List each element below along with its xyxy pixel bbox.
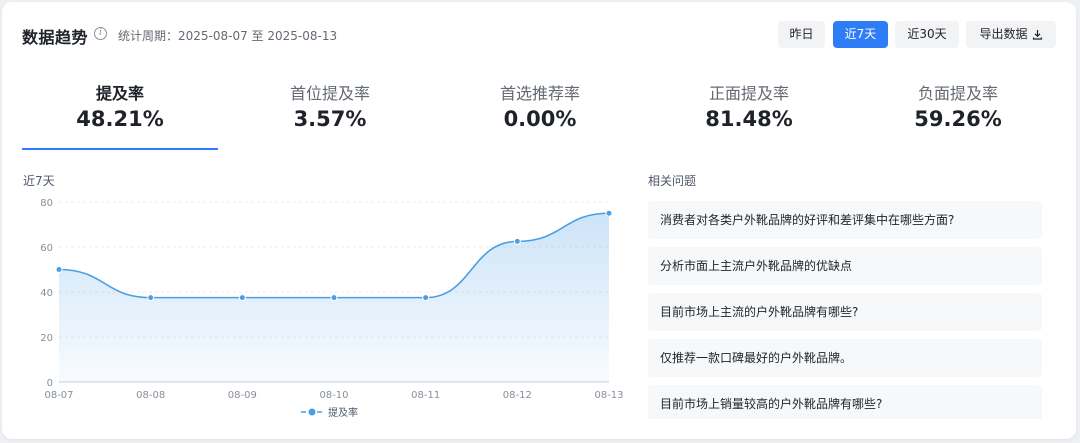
related-question-item[interactable]: 目前市场上销量较高的户外靴品牌有哪些? — [648, 385, 1042, 419]
legend-label: 提及率 — [328, 406, 358, 419]
metric-negative-mention-rate[interactable]: 负面提及率 59.26% — [860, 74, 1056, 150]
related-questions-title: 相关问题 — [648, 174, 697, 188]
y-tick-label: 60 — [40, 243, 53, 254]
data-point — [513, 237, 521, 245]
data-point — [605, 209, 613, 217]
related-question-item[interactable]: 分析市面上主流户外靴品牌的优缺点 — [648, 247, 1042, 285]
trend-chart: 0 20 40 60 80 08-07 08-08 08-09 08-10 08-11 08-12 0… — [40, 198, 623, 419]
metric-value: 3.57% — [293, 107, 367, 131]
y-tick-label: 80 — [40, 198, 53, 209]
metric-first-mention-rate[interactable]: 首位提及率 3.57% — [232, 74, 428, 150]
export-button-label: 导出数据 — [979, 27, 1028, 41]
y-tick-label: 40 — [40, 288, 53, 299]
data-point — [147, 294, 155, 302]
x-tick-label: 08-09 — [228, 390, 257, 401]
metric-label: 首位提及率 — [289, 84, 370, 103]
data-trend-card: 数据趋势 i 统计周期：2025-08-07 至 2025-08-13 昨日 近… — [2, 2, 1076, 439]
card-header: 数据趋势 i 统计周期：2025-08-07 至 2025-08-13 昨日 近… — [2, 2, 1076, 64]
metric-value: 48.21% — [76, 107, 164, 131]
x-tick-label: 08-11 — [411, 390, 440, 401]
legend-marker — [308, 408, 316, 416]
period-label: 统计周期：2025-08-07 至 2025-08-13 — [118, 29, 338, 43]
metric-label: 负面提及率 — [917, 84, 998, 103]
metric-value: 59.26% — [914, 107, 1002, 131]
x-tick-label: 08-08 — [136, 390, 165, 401]
download-icon — [1032, 30, 1042, 40]
y-tick-label: 20 — [40, 333, 53, 344]
info-icon[interactable]: i — [94, 27, 107, 40]
x-tick-label: 08-07 — [44, 390, 73, 401]
related-question-item[interactable]: 仅推荐一款口碑最好的户外靴品牌。 — [648, 339, 1042, 377]
metric-label: 正面提及率 — [708, 84, 789, 103]
last-7-days-button[interactable]: 近7天 — [833, 21, 888, 48]
metric-label: 提及率 — [95, 84, 144, 103]
metric-positive-mention-rate[interactable]: 正面提及率 81.48% — [651, 74, 847, 150]
yesterday-button[interactable]: 昨日 — [778, 21, 825, 48]
metrics-row: 提及率 48.21% 首位提及率 3.57% 首选推荐率 0.00% 正面提及率… — [22, 74, 1056, 150]
page-title: 数据趋势 — [22, 28, 89, 47]
x-tick-label: 08-13 — [594, 390, 623, 401]
chart-title: 近7天 — [23, 174, 55, 188]
data-point — [55, 266, 63, 273]
metric-top-recommend-rate[interactable]: 首选推荐率 0.00% — [442, 74, 638, 150]
related-questions-list: 消费者对各类户外靴品牌的好评和差评集中在哪些方面? 分析市面上主流户外靴品牌的优缺… — [648, 201, 1042, 419]
metric-value: 0.00% — [503, 107, 577, 131]
data-point — [422, 294, 430, 302]
related-question-item[interactable]: 目前市场上主流的户外靴品牌有哪些? — [648, 293, 1042, 331]
y-tick-label: 0 — [47, 378, 53, 389]
metric-value: 81.48% — [705, 107, 793, 131]
data-point — [238, 294, 246, 302]
related-question-item[interactable]: 消费者对各类户外靴品牌的好评和差评集中在哪些方面? — [648, 201, 1042, 239]
x-tick-label: 08-10 — [319, 390, 348, 401]
last-30-days-button[interactable]: 近30天 — [895, 21, 959, 48]
metric-label: 首选推荐率 — [499, 84, 580, 103]
export-button[interactable]: 导出数据 — [966, 21, 1056, 48]
metric-mention-rate[interactable]: 提及率 48.21% — [22, 74, 218, 150]
data-point — [330, 294, 338, 302]
x-tick-label: 08-12 — [503, 390, 532, 401]
